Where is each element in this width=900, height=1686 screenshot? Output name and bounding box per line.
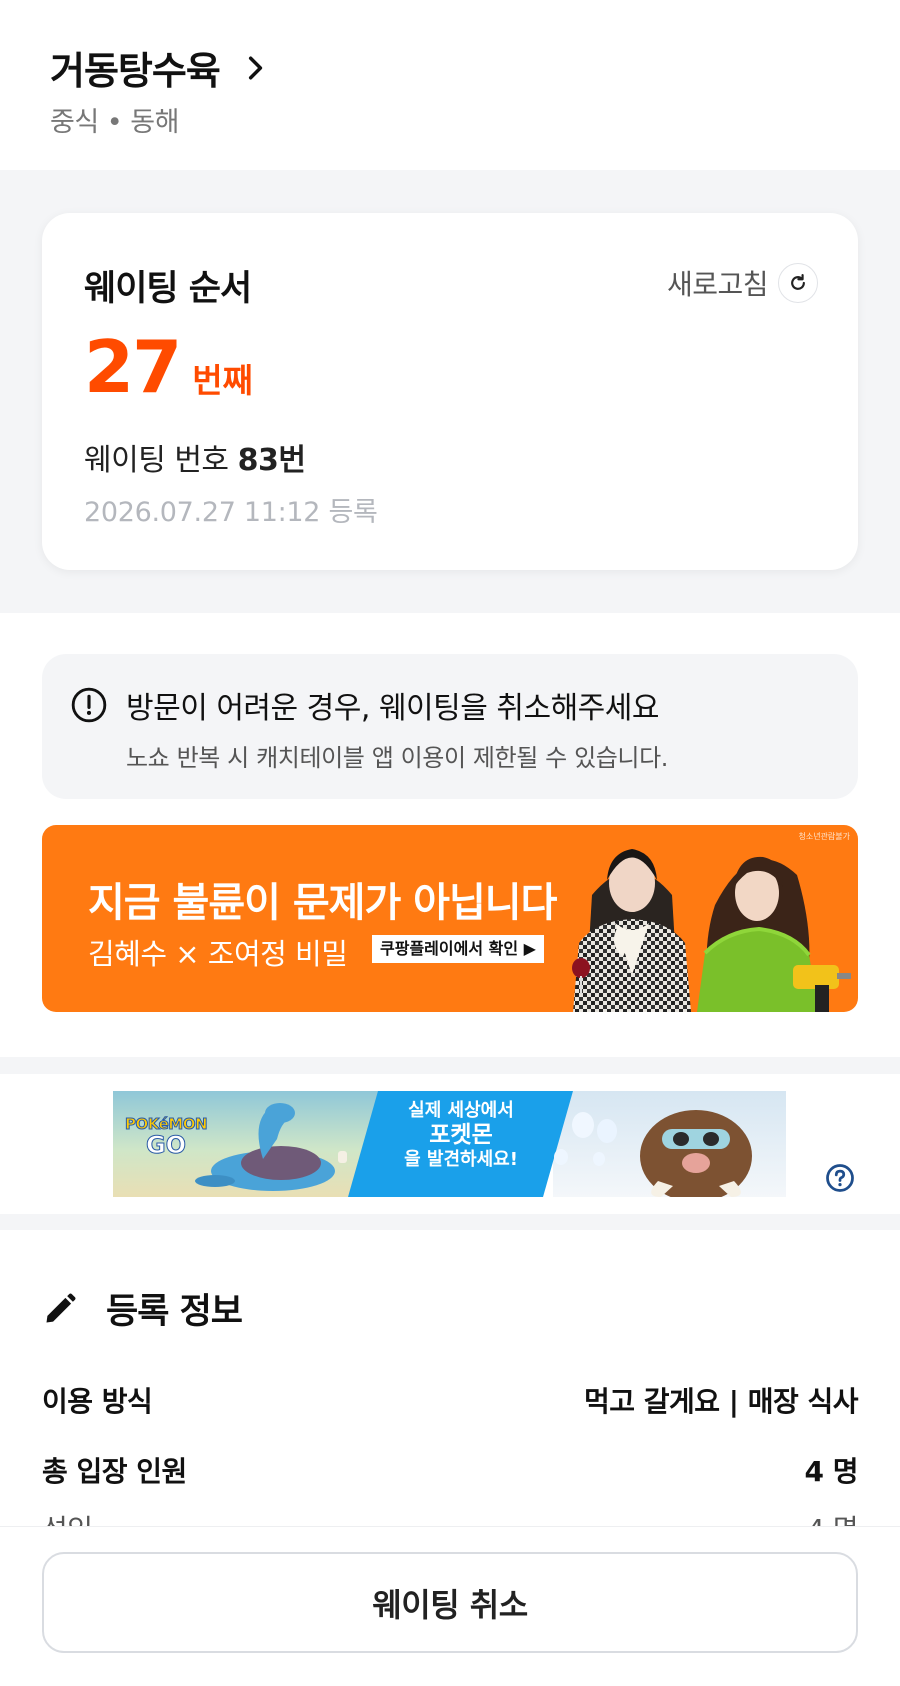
pokemon-ad-line1: 실제 세상에서: [408, 1100, 514, 1121]
rank-number: 27: [84, 325, 182, 409]
ad-subline: 김혜수 × 조여정 비밀: [88, 937, 348, 971]
section-divider: [0, 1057, 900, 1074]
cancel-waiting-button[interactable]: 웨이팅 취소: [42, 1552, 858, 1653]
notice-title: 방문이 어려운 경우, 웨이팅을 취소해주세요: [126, 691, 659, 726]
store-name-link[interactable]: 거동탕수육: [50, 40, 268, 95]
drama-ad-banner[interactable]: 청소년관람불가 지금 불륜이 문제가 아닙니다 김혜수 × 조여정 비밀 쿠팡플…: [42, 825, 858, 1012]
ad-headline: 지금 불륜이 문제가 아닙니다: [88, 880, 557, 926]
store-header: 거동탕수육 중식 • 동해: [0, 0, 900, 170]
waiting-number-label: 웨이팅 번호: [84, 443, 229, 478]
info-row-usage: 이용 방식 먹고 갈게요 | 매장 식사: [42, 1380, 859, 1420]
info-value: 4 명: [804, 1455, 859, 1488]
pokemon-go-logo: POKéMON GO: [125, 1115, 209, 1159]
pokemon-ad-line3: 을 발견하세요!: [404, 1149, 518, 1171]
refresh-button[interactable]: [778, 263, 818, 303]
info-value: 먹고 갈게요 | 매장 식사: [583, 1385, 859, 1418]
store-category-location: 중식 • 동해: [50, 107, 179, 138]
refresh-control[interactable]: 새로고침: [667, 263, 818, 303]
help-circle-icon[interactable]: [825, 1163, 855, 1193]
info-label: 이용 방식: [42, 1385, 153, 1418]
pokemon-ad-line2: 포켓몬: [429, 1121, 493, 1148]
pokemon-go-ad-banner[interactable]: POKéMON GO 실제 세상에서 포켓몬 을 발견하세요!: [113, 1091, 786, 1197]
registration-header: 등록 정보: [42, 1283, 243, 1334]
waiting-card: 웨이팅 순서 새로고침 27 번째 웨이팅 번호 83번 2026.07.27 …: [42, 213, 858, 570]
rank-unit: 번째: [192, 361, 253, 400]
info-label: 총 입장 인원: [42, 1455, 187, 1488]
refresh-label[interactable]: 새로고침: [667, 263, 769, 303]
notice-subtitle: 노쇼 반복 시 캐치테이블 앱 이용이 제한될 수 있습니다.: [126, 744, 669, 772]
info-alert-icon: [71, 687, 107, 723]
pokemon-ad-copy: 실제 세상에서 포켓몬 을 발견하세요!: [381, 1100, 541, 1171]
actress-right-image: [697, 856, 851, 1012]
store-name: 거동탕수육: [50, 49, 221, 93]
registration-title: 등록 정보: [106, 1292, 243, 1332]
waiting-card-title: 웨이팅 순서: [84, 269, 252, 309]
waiting-rank: 27 번째: [84, 331, 253, 403]
section-divider: [0, 1214, 900, 1230]
waiting-number: 웨이팅 번호 83번: [84, 435, 306, 479]
info-row-total-guests: 총 입장 인원 4 명: [42, 1450, 858, 1490]
waiting-number-value: 83번: [237, 443, 306, 478]
refresh-icon: [791, 274, 805, 290]
bottom-action-bar: 웨이팅 취소: [0, 1526, 900, 1686]
registered-time: 2026.07.27 11:12 등록: [84, 497, 378, 528]
waiting-status-page: 거동탕수육 중식 • 동해 웨이팅 순서 새로고침 27 번째 웨이팅 번호 8…: [0, 0, 900, 1686]
chevron-right-icon: [248, 56, 262, 79]
ad-cta-button[interactable]: 쿠팡플레이에서 확인 ▶: [372, 935, 544, 963]
actress-left-image: [572, 849, 691, 1012]
cancel-notice: 방문이 어려운 경우, 웨이팅을 취소해주세요 노쇼 반복 시 캐치테이블 앱 …: [42, 654, 858, 799]
logo-go-text: GO: [145, 1131, 187, 1159]
pencil-icon: [46, 1292, 76, 1322]
